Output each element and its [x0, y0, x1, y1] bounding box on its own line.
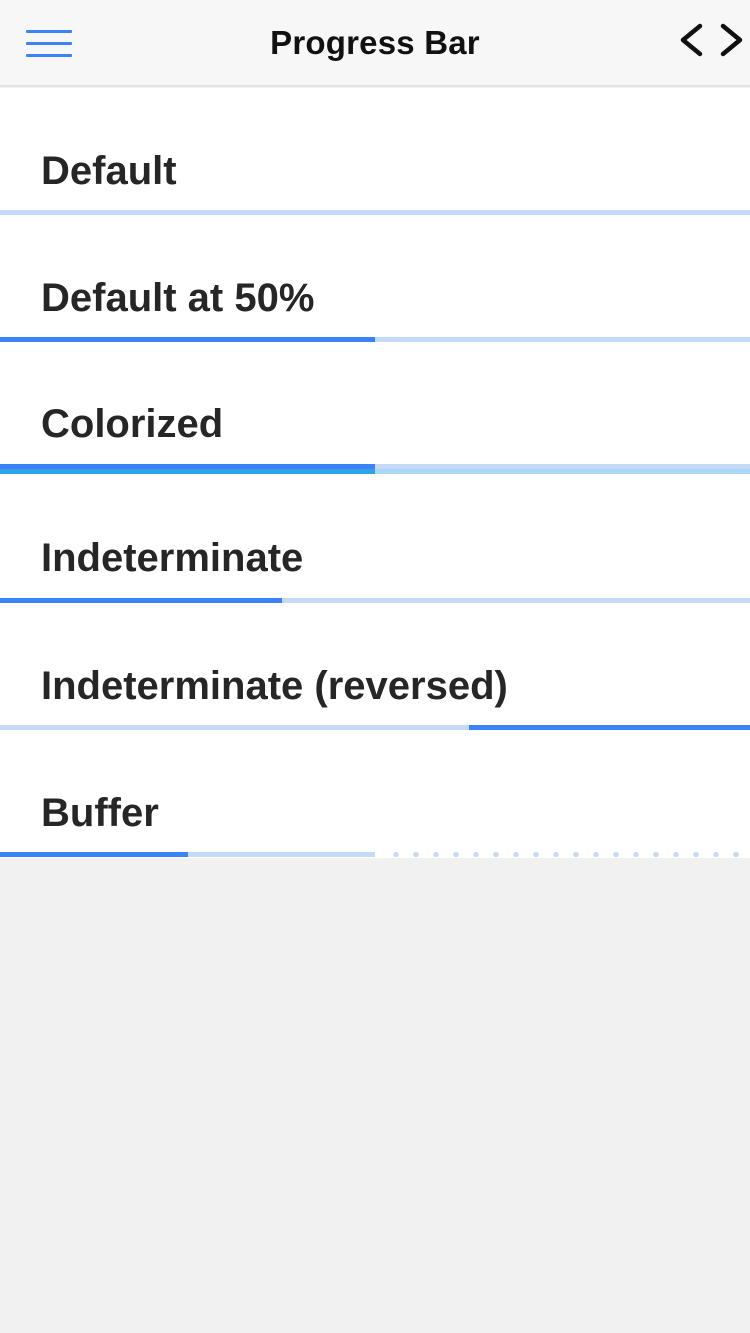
progress-bar-indeterminate	[0, 598, 750, 603]
example-label-buffer: Buffer	[41, 791, 159, 835]
buffer-dots	[382, 852, 750, 857]
toolbar: Progress Bar	[0, 0, 750, 87]
page-title: Progress Bar	[270, 24, 480, 61]
progress-examples-list: Default Default at 50% Colorized Indeter…	[0, 88, 750, 858]
indeterminate-fill	[0, 598, 282, 603]
progress-bar-default	[0, 210, 750, 215]
view-code-button[interactable]	[674, 20, 746, 64]
progress-bar-default-50	[0, 337, 750, 342]
progress-bar-buffer	[0, 852, 750, 857]
example-label-colorized: Colorized	[41, 402, 224, 446]
progress-fill	[0, 337, 375, 342]
example-label-default-50: Default at 50%	[41, 276, 315, 320]
example-label-default: Default	[41, 149, 177, 193]
progress-fill-secondary	[0, 469, 375, 474]
progress-fill	[0, 852, 188, 857]
code-brackets-icon	[680, 23, 743, 57]
example-label-indeterminate-reversed: Indeterminate (reversed)	[41, 664, 508, 708]
indeterminate-fill	[469, 725, 750, 730]
progress-bar-colorized	[0, 464, 750, 474]
example-label-indeterminate: Indeterminate	[41, 536, 304, 580]
progress-bar-indeterminate-reversed	[0, 725, 750, 730]
